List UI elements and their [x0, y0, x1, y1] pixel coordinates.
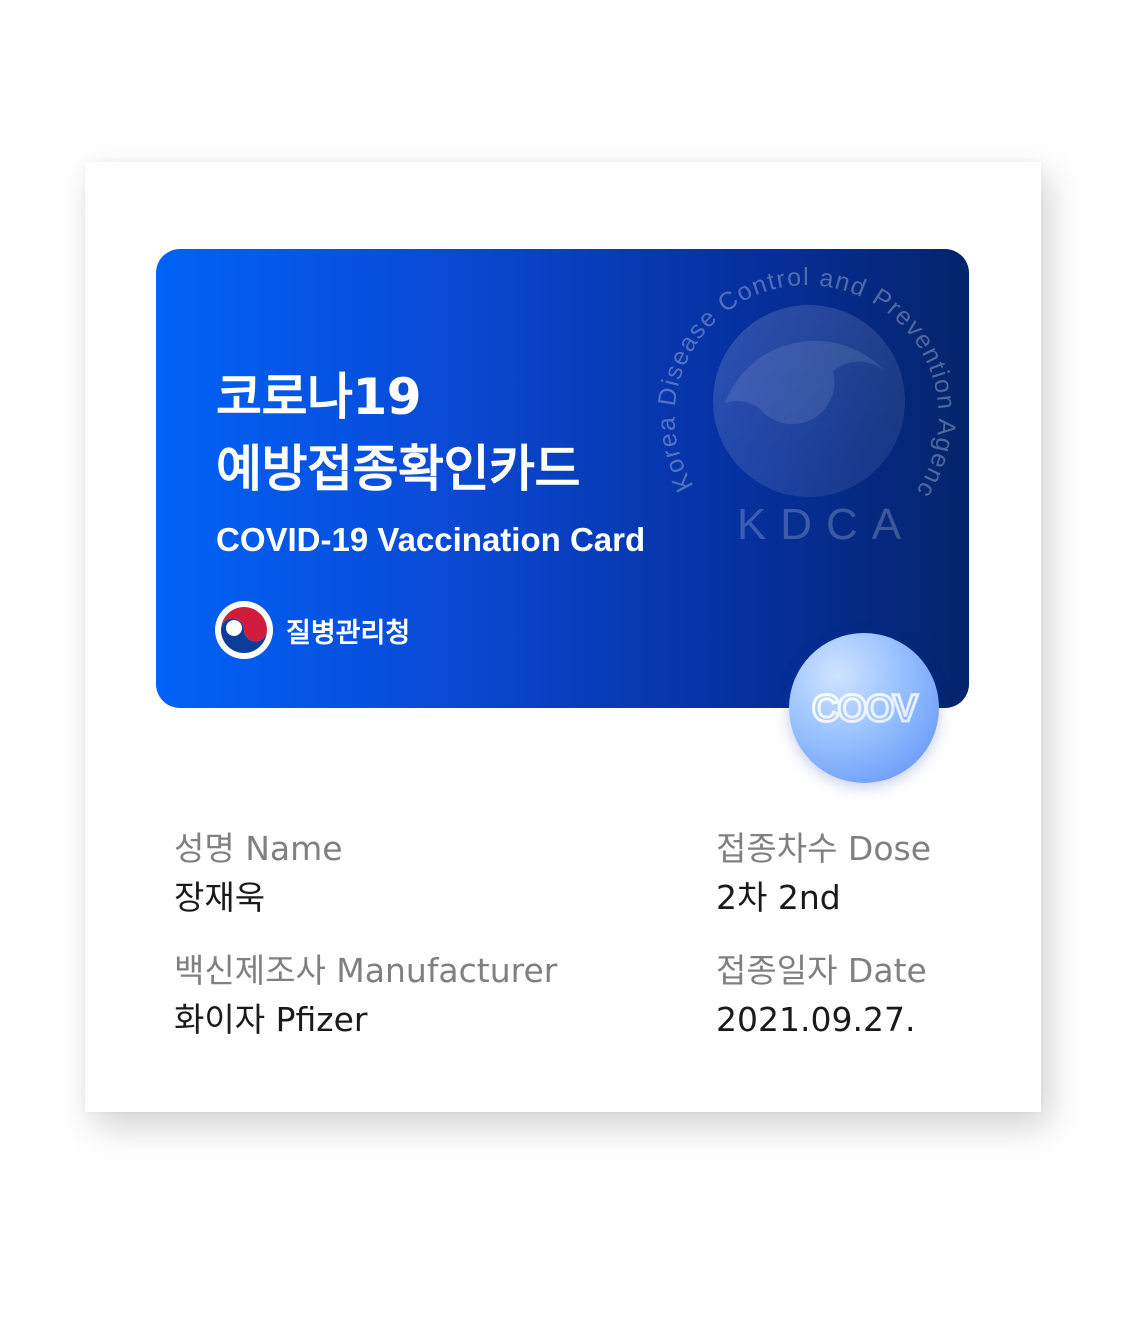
- coov-badge-text: COOV: [812, 688, 919, 730]
- field-date-value: 2021.09.27.: [716, 1000, 916, 1039]
- seal-abbr-text: KDCA: [737, 500, 915, 549]
- field-dose: 접종차수 Dose 2차 2nd: [716, 829, 931, 918]
- card-title-korean: 코로나19 예방접종확인카드: [216, 361, 581, 505]
- field-manufacturer: 백신제조사 Manufacturer 화이자 Pfizer: [174, 951, 557, 1040]
- field-dose-value: 2차 2nd: [716, 878, 841, 917]
- agency-name: 질병관리청: [286, 617, 411, 649]
- coov-badge-icon: COOV: [789, 633, 939, 783]
- field-manufacturer-value: 화이자 Pfizer: [174, 1000, 368, 1039]
- agency-block: 질병관리청: [214, 599, 410, 661]
- field-name-value: 장재욱: [174, 878, 266, 917]
- field-name: 성명 Name 장재욱: [174, 829, 343, 918]
- vaccination-card-panel: Korea Disease Control and Prevention Age…: [85, 162, 1041, 1112]
- field-date-label: 접종일자 Date: [716, 951, 927, 990]
- field-date: 접종일자 Date 2021.09.27.: [716, 951, 927, 1040]
- taegeuk-emblem-icon: [215, 601, 273, 659]
- card-title-english: COVID-19 Vaccination Card: [216, 521, 646, 558]
- field-dose-label: 접종차수 Dose: [716, 829, 932, 868]
- kdca-seal-icon: Korea Disease Control and Prevention Age…: [644, 251, 959, 549]
- field-name-label: 성명 Name: [174, 829, 343, 868]
- field-manufacturer-label: 백신제조사 Manufacturer: [174, 951, 558, 990]
- card-title-line-1: 코로나19: [216, 368, 422, 426]
- card-title-line-2: 예방접종확인카드: [216, 440, 581, 498]
